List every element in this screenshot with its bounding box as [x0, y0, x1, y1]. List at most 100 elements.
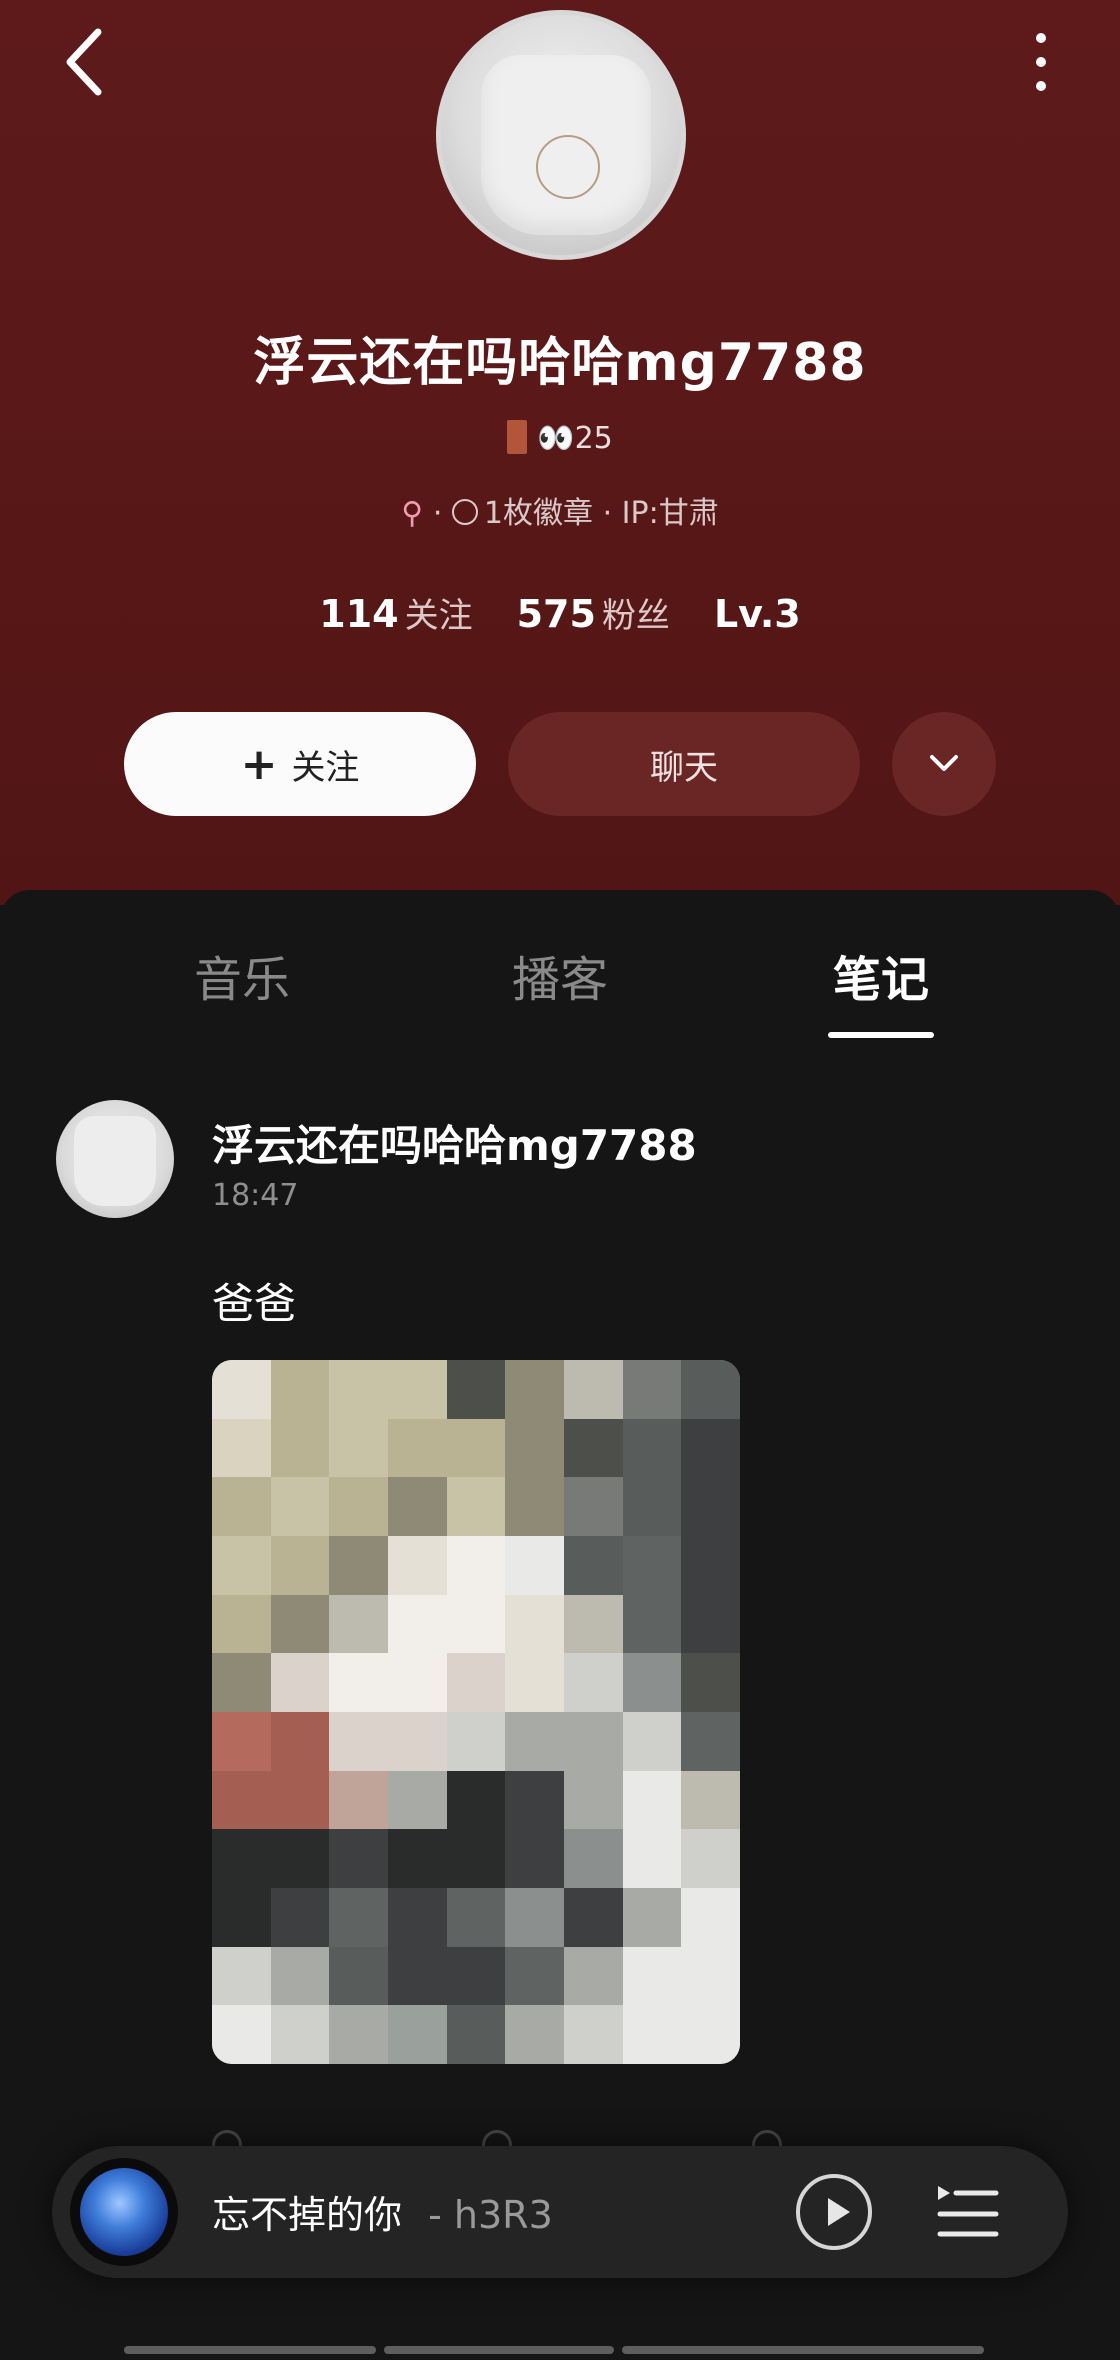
badge-line-text: 👀25: [537, 421, 613, 456]
following-stat[interactable]: 114 关注: [319, 592, 516, 636]
pixel-block: [212, 1418, 271, 1478]
following-label: 关注: [404, 596, 473, 636]
meta-separator-2: ·: [602, 496, 613, 531]
pixel-block: [446, 1770, 506, 1830]
post-author-avatar[interactable]: [56, 1100, 174, 1218]
tab-notes[interactable]: 笔记: [781, 940, 981, 1010]
pixel-block: [270, 1418, 330, 1478]
pixel-block: [212, 2005, 271, 2064]
profile-badge-line: 👀25: [0, 420, 1120, 456]
post-author-name[interactable]: 浮云还在吗哈哈mg7788: [212, 1112, 697, 1173]
pixel-block: [505, 1594, 564, 1654]
home-indicator: [124, 2346, 984, 2354]
pixel-block: [329, 1536, 388, 1595]
chevron-down-icon: [930, 755, 958, 771]
playlist-button[interactable]: [932, 2176, 1004, 2248]
now-playing-text[interactable]: 忘不掉的你 - h3R3: [212, 2184, 553, 2239]
pixel-block: [446, 2005, 506, 2064]
pixel-block: [622, 1712, 682, 1771]
pixel-block: [564, 1477, 623, 1536]
pixel-block: [329, 1653, 388, 1712]
more-options-button[interactable]: [1016, 26, 1066, 96]
pixel-block: [212, 1594, 271, 1654]
pixel-block: [388, 1653, 447, 1712]
pixel-block: [564, 1418, 623, 1478]
pixel-block: [212, 1477, 271, 1536]
pixel-block: [505, 1477, 564, 1536]
follow-button-label: 关注: [291, 747, 360, 788]
pixel-block: [212, 1712, 271, 1771]
pixel-block: [681, 1829, 740, 1888]
pixel-block: [270, 1536, 330, 1595]
pixel-block: [329, 1418, 388, 1478]
pixel-block: [270, 1888, 330, 1947]
pixel-block: [212, 1360, 271, 1419]
back-button[interactable]: [52, 22, 122, 102]
album-disc[interactable]: [70, 2158, 178, 2266]
follow-button[interactable]: + 关注: [124, 712, 476, 816]
album-art: [80, 2168, 168, 2256]
expand-button[interactable]: [892, 712, 996, 816]
pixel-block: [564, 1360, 623, 1419]
pixel-block: [681, 1418, 740, 1478]
pixel-block: [446, 1712, 506, 1771]
profile-avatar[interactable]: [436, 10, 686, 260]
pixel-block: [388, 1360, 447, 1419]
pixel-block: [212, 1829, 271, 1888]
pixel-block: [270, 1653, 330, 1712]
pixel-block: [622, 1536, 682, 1595]
post-image-pixelated[interactable]: [212, 1360, 740, 2064]
indicator-segment-2: [384, 2346, 614, 2354]
indicator-segment-3: [622, 2346, 984, 2354]
pixel-block: [622, 1360, 682, 1419]
following-count: 114: [319, 592, 399, 636]
pixel-block: [622, 1594, 682, 1654]
pixel-block: [270, 1360, 330, 1419]
pixel-block: [505, 2005, 564, 2064]
pixel-block: [564, 1946, 623, 2006]
badges-count: 1枚徽章: [483, 496, 594, 531]
gender-icon: ⚲: [401, 496, 424, 531]
pixel-block: [388, 1712, 447, 1771]
pixel-block: [681, 1712, 740, 1771]
song-artist: h3R3: [453, 2193, 553, 2237]
chat-button-label: 聊天: [650, 747, 718, 788]
pixel-block: [564, 1770, 623, 1830]
chat-button[interactable]: 聊天: [508, 712, 860, 816]
pixel-block: [270, 2005, 330, 2064]
pixel-block: [388, 2005, 447, 2064]
post-timestamp: 18:47: [212, 1178, 299, 1213]
door-badge-icon: [507, 420, 528, 454]
followers-stat[interactable]: 575 粉丝: [517, 592, 714, 636]
pixel-block: [446, 1946, 506, 2006]
mini-player[interactable]: 忘不掉的你 - h3R3: [52, 2146, 1068, 2278]
pixel-block: [681, 2005, 740, 2064]
more-vertical-icon: [1036, 33, 1046, 91]
pixel-block: [622, 1418, 682, 1478]
badge-ring-icon: [451, 499, 478, 525]
pixel-block: [329, 1477, 388, 1536]
pixel-block: [505, 1653, 564, 1712]
playlist-icon: [937, 2186, 999, 2237]
pixel-block: [622, 1946, 682, 2006]
pixel-block: [270, 1829, 330, 1888]
badges-link[interactable]: 1枚徽章: [451, 496, 594, 531]
pixel-block: [270, 1712, 330, 1771]
pixel-block: [564, 1653, 623, 1712]
song-separator: -: [428, 2193, 442, 2237]
pixel-block: [388, 1477, 447, 1536]
pixel-block: [505, 1536, 564, 1595]
pixel-block: [212, 1653, 271, 1712]
post-avatar-cup-shape: [74, 1116, 156, 1206]
pixel-block: [564, 1829, 623, 1888]
pixel-block: [329, 1360, 388, 1419]
pixel-block: [622, 2005, 682, 2064]
pixel-block: [270, 1477, 330, 1536]
tab-music[interactable]: 音乐: [142, 940, 342, 1010]
pixel-block: [212, 1770, 271, 1830]
pixel-block: [212, 1536, 271, 1595]
tab-podcast[interactable]: 播客: [460, 940, 660, 1010]
meta-separator: ·: [432, 496, 443, 531]
pixel-block: [388, 1888, 447, 1947]
play-button[interactable]: [796, 2174, 872, 2250]
